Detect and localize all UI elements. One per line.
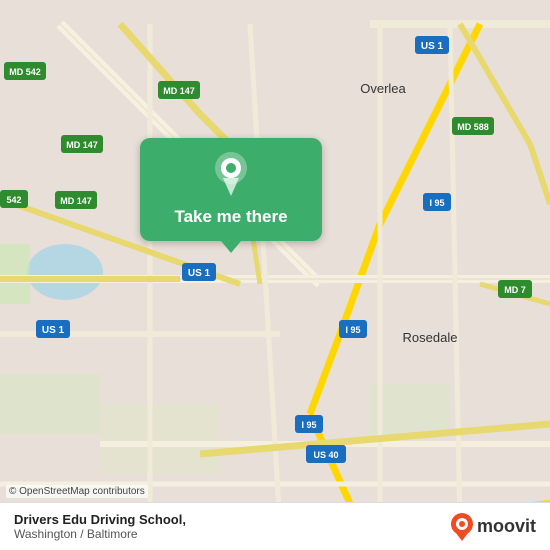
location-pin-icon	[213, 152, 249, 201]
school-name: Drivers Edu Driving School,	[14, 512, 186, 527]
map-container: US 1 MD 542 MD 147 MD 147 MD 147 MD 588 …	[0, 0, 550, 550]
moovit-logo: moovit	[451, 513, 536, 541]
svg-text:MD 542: MD 542	[9, 67, 41, 77]
svg-text:US 1: US 1	[188, 268, 211, 279]
svg-text:US 1: US 1	[42, 325, 65, 336]
moovit-pin-icon	[451, 513, 473, 541]
bottom-bar: Drivers Edu Driving School, Washington /…	[0, 502, 550, 550]
svg-text:MD 147: MD 147	[66, 140, 98, 150]
svg-text:542: 542	[6, 195, 21, 205]
svg-text:MD 7: MD 7	[504, 285, 526, 295]
svg-text:MD 147: MD 147	[60, 196, 92, 206]
take-me-there-label: Take me there	[174, 207, 287, 227]
svg-text:I 95: I 95	[301, 420, 316, 430]
svg-text:MD 147: MD 147	[163, 86, 195, 96]
svg-text:I 95: I 95	[345, 325, 360, 335]
map-svg: US 1 MD 542 MD 147 MD 147 MD 147 MD 588 …	[0, 0, 550, 550]
moovit-text: moovit	[477, 516, 536, 537]
take-me-there-card[interactable]: Take me there	[140, 138, 322, 241]
bottom-left-info: Drivers Edu Driving School, Washington /…	[14, 512, 186, 541]
svg-text:US 40: US 40	[313, 450, 338, 460]
svg-text:Overlea: Overlea	[360, 81, 406, 96]
svg-text:Rosedale: Rosedale	[403, 330, 458, 345]
location-name: Washington / Baltimore	[14, 527, 186, 541]
svg-text:US 1: US 1	[421, 41, 444, 52]
map-attribution: © OpenStreetMap contributors	[6, 485, 148, 498]
svg-text:MD 588: MD 588	[457, 122, 489, 132]
svg-text:I 95: I 95	[429, 198, 444, 208]
